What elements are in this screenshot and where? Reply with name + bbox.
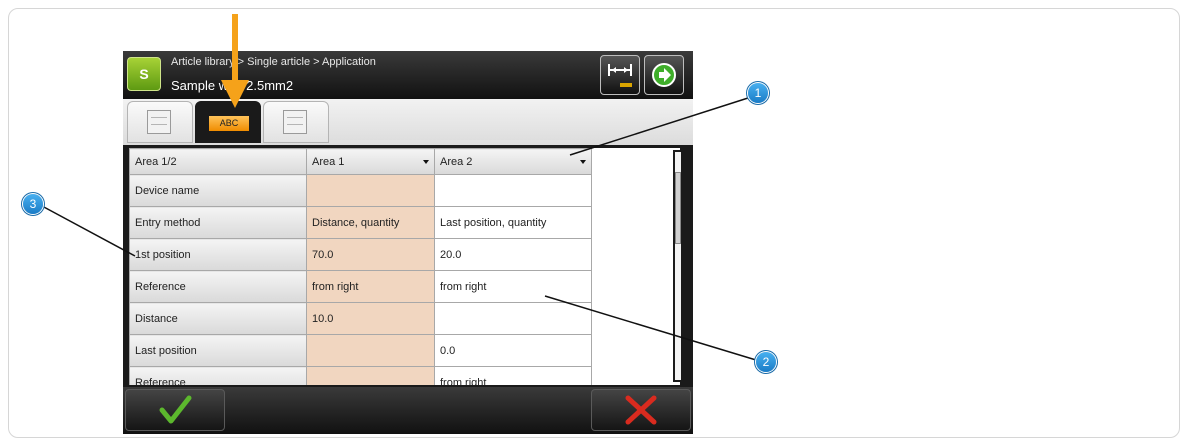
callout-lines — [41, 97, 757, 361]
callout-marker-2: 2 — [756, 352, 776, 372]
callout-marker-1: 1 — [748, 83, 768, 103]
callout-marker-3: 3 — [23, 194, 43, 214]
